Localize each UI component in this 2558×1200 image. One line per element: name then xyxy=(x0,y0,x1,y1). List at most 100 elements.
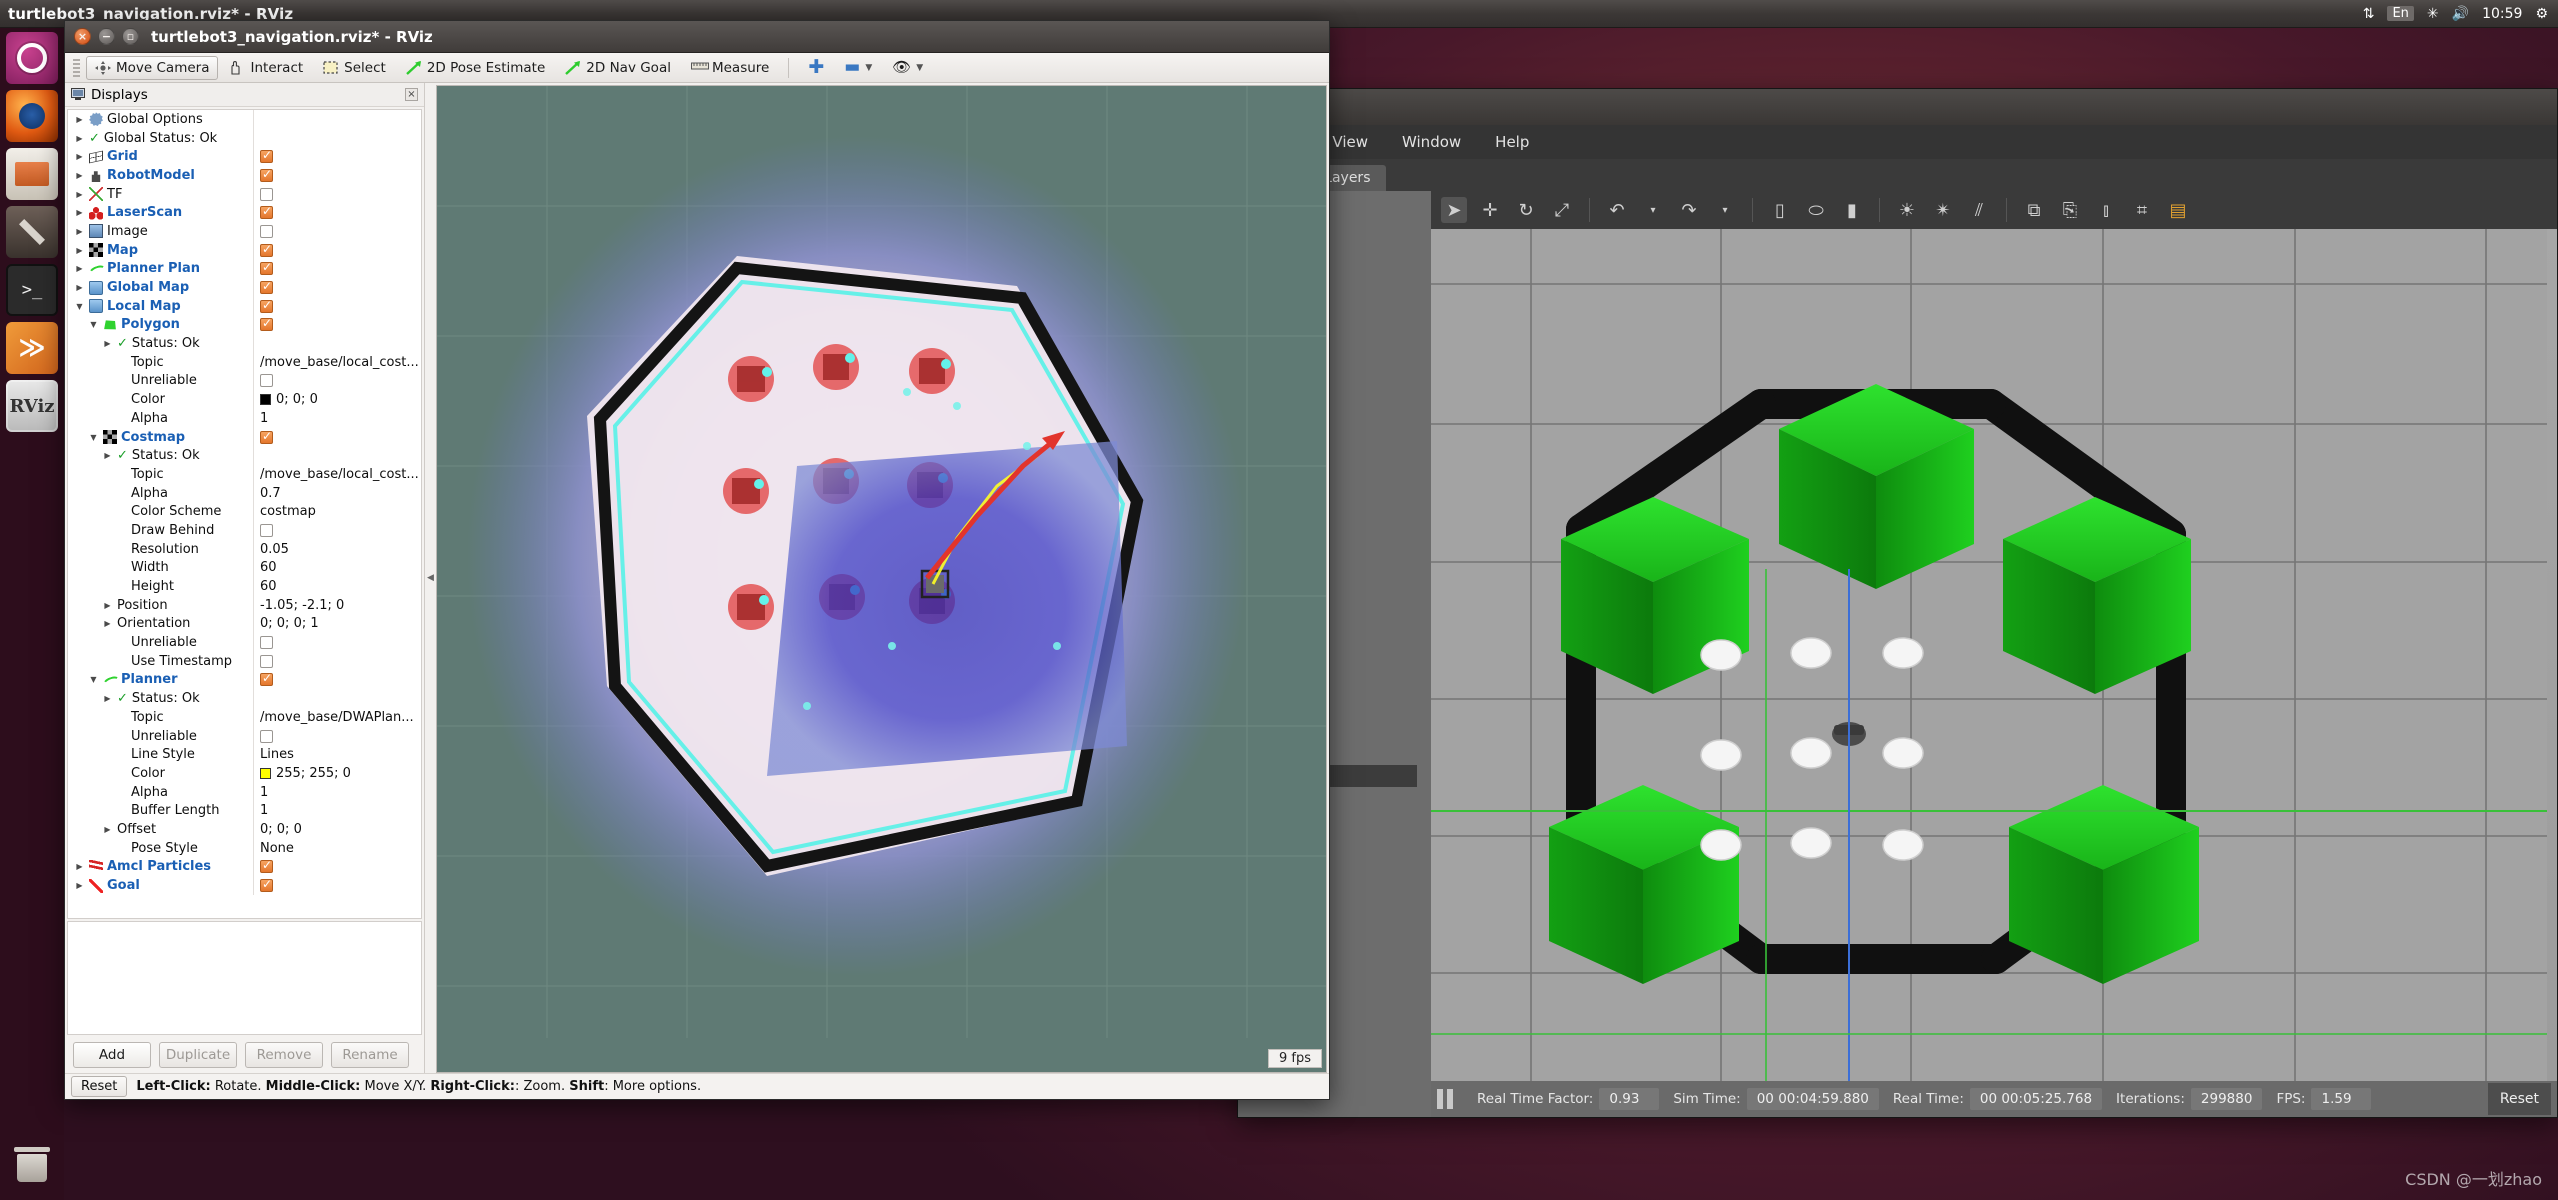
add-tool-button[interactable]: ✚ xyxy=(799,54,833,81)
display-enable-checkbox[interactable] xyxy=(260,431,273,444)
launcher-dash-home[interactable] xyxy=(6,32,58,84)
display-tree-row[interactable]: ▶TF xyxy=(68,185,421,204)
tool-interact[interactable]: Interact xyxy=(220,56,312,80)
property-value[interactable]: /move_base/DWAPlan... xyxy=(260,710,414,725)
display-tree-row[interactable]: ▶✓Status: Ok xyxy=(68,446,421,465)
cursor-icon[interactable]: ➤ xyxy=(1441,197,1467,223)
spot-light-icon[interactable]: ✴ xyxy=(1930,197,1956,223)
display-tree-row[interactable]: ▶Global Map xyxy=(68,278,421,297)
property-value[interactable]: /move_base/local_cost... xyxy=(260,355,419,370)
display-tree-row[interactable]: Unreliable xyxy=(68,633,421,652)
display-enable-checkbox[interactable] xyxy=(260,262,273,275)
display-tree-row[interactable]: Color255; 255; 0 xyxy=(68,764,421,783)
chevron-right-icon[interactable]: ▶ xyxy=(74,283,85,292)
display-enable-checkbox[interactable] xyxy=(260,673,273,686)
display-enable-checkbox[interactable] xyxy=(260,374,273,387)
display-tree-row[interactable]: Width60 xyxy=(68,559,421,578)
chevron-right-icon[interactable]: ▶ xyxy=(74,862,85,871)
display-tree-row[interactable]: ▶Offset0; 0; 0 xyxy=(68,820,421,839)
display-tree-row[interactable]: Alpha0.7 xyxy=(68,484,421,503)
display-tree-row[interactable]: Unreliable xyxy=(68,727,421,746)
display-enable-checkbox[interactable] xyxy=(260,636,273,649)
display-tree-row[interactable]: ▶Grid xyxy=(68,147,421,166)
duplicate-button[interactable]: Duplicate xyxy=(159,1042,237,1068)
property-value[interactable]: /move_base/local_cost... xyxy=(260,467,419,482)
display-enable-checkbox[interactable] xyxy=(260,244,273,257)
chevron-right-icon[interactable]: ▶ xyxy=(74,171,85,180)
undo-dropdown-icon[interactable]: ▾ xyxy=(1640,197,1666,223)
chevron-right-icon[interactable]: ▶ xyxy=(102,451,113,460)
display-tree-row[interactable]: ▶RobotModel xyxy=(68,166,421,185)
chevron-right-icon[interactable]: ▶ xyxy=(74,190,85,199)
translate-icon[interactable]: ✛ xyxy=(1477,197,1503,223)
property-value[interactable]: 60 xyxy=(260,579,277,594)
views-button[interactable]: 👁 ▼ xyxy=(883,56,932,79)
box-icon[interactable]: ▯ xyxy=(1767,197,1793,223)
paste-icon[interactable]: ⎘ xyxy=(2057,197,2083,223)
property-value[interactable]: None xyxy=(260,841,294,856)
chevron-right-icon[interactable]: ▶ xyxy=(74,208,85,217)
display-tree-row[interactable]: ▶Global Options xyxy=(68,110,421,129)
gazebo-3d-scene[interactable] xyxy=(1431,229,2557,1081)
remove-button[interactable]: Remove xyxy=(245,1042,323,1068)
display-tree-row[interactable]: ▶✓Global Status: Ok xyxy=(68,129,421,148)
panel-splitter[interactable]: ◀ xyxy=(425,83,436,1073)
display-tree-row[interactable]: ▶✓Status: Ok xyxy=(68,334,421,353)
launcher-firefox[interactable] xyxy=(6,90,58,142)
display-tree-row[interactable]: Topic/move_base/local_cost... xyxy=(68,353,421,372)
chevron-right-icon[interactable]: ▶ xyxy=(102,601,113,610)
display-tree-row[interactable]: ▼Costmap xyxy=(68,428,421,447)
reset-button[interactable]: Reset xyxy=(71,1076,127,1097)
launcher-software-center[interactable]: ≫ xyxy=(6,322,58,374)
display-tree-row[interactable]: Color0; 0; 0 xyxy=(68,390,421,409)
clock[interactable]: 10:59 xyxy=(2482,7,2522,21)
tool-select[interactable]: Select xyxy=(314,56,395,80)
chevron-right-icon[interactable]: ▶ xyxy=(102,825,113,834)
display-enable-checkbox[interactable] xyxy=(260,318,273,331)
display-tree-row[interactable]: Alpha1 xyxy=(68,783,421,802)
displays-tree[interactable]: ▶Global Options▶✓Global Status: Ok▶Grid▶… xyxy=(67,109,422,919)
tool-2d-pose-estimate[interactable]: 2D Pose Estimate xyxy=(397,56,554,80)
display-enable-checkbox[interactable] xyxy=(260,150,273,163)
display-tree-row[interactable]: Resolution0.05 xyxy=(68,540,421,559)
display-tree-row[interactable]: Unreliable xyxy=(68,372,421,391)
align-icon[interactable]: ⫾ xyxy=(2093,197,2119,223)
display-tree-row[interactable]: ▶LaserScan xyxy=(68,203,421,222)
display-tree-row[interactable]: ▶✓Status: Ok xyxy=(68,689,421,708)
display-tree-row[interactable]: Topic/move_base/local_cost... xyxy=(68,465,421,484)
property-value[interactable]: 0.7 xyxy=(260,486,281,501)
chevron-right-icon[interactable]: ▶ xyxy=(74,115,85,124)
display-tree-row[interactable]: ▶Map xyxy=(68,241,421,260)
bluetooth-icon[interactable]: ✳ xyxy=(2427,7,2439,21)
network-icon[interactable]: ⇅ xyxy=(2363,7,2375,21)
tool-measure[interactable]: Measure xyxy=(682,56,778,80)
gazebo-menu-window[interactable]: Window xyxy=(1402,133,1461,151)
display-tree-row[interactable]: Color Schemecostmap xyxy=(68,502,421,521)
display-tree-row[interactable]: ▼Planner xyxy=(68,671,421,690)
display-tree-row[interactable]: ▶Image xyxy=(68,222,421,241)
displays-panel-close-icon[interactable]: × xyxy=(405,88,418,101)
display-tree-row[interactable]: Draw Behind xyxy=(68,521,421,540)
close-icon[interactable]: × xyxy=(74,28,91,45)
display-enable-checkbox[interactable] xyxy=(260,879,273,892)
display-enable-checkbox[interactable] xyxy=(260,655,273,668)
display-tree-row[interactable]: Height60 xyxy=(68,577,421,596)
screenshot-icon[interactable]: ▤ xyxy=(2165,197,2191,223)
display-enable-checkbox[interactable] xyxy=(260,188,273,201)
property-value[interactable]: costmap xyxy=(260,504,316,519)
rviz-3d-viewport[interactable]: 9 fps xyxy=(436,85,1327,1073)
display-tree-row[interactable]: ▼Polygon xyxy=(68,316,421,335)
property-value[interactable]: Lines xyxy=(260,747,294,762)
display-tree-row[interactable]: ▶Orientation0; 0; 0; 1 xyxy=(68,615,421,634)
property-value[interactable]: -1.05; -2.1; 0 xyxy=(260,598,344,613)
chevron-down-icon[interactable]: ▼ xyxy=(74,302,85,311)
chevron-down-icon[interactable]: ▼ xyxy=(88,433,99,442)
tool-2d-nav-goal[interactable]: 2D Nav Goal xyxy=(556,56,680,80)
minimize-icon[interactable]: − xyxy=(98,28,115,45)
launcher-tweak-tool[interactable] xyxy=(6,206,58,258)
pause-icon[interactable] xyxy=(1437,1089,1453,1109)
property-value[interactable]: 0; 0; 0; 1 xyxy=(260,616,319,631)
property-value[interactable]: 1 xyxy=(260,411,268,426)
volume-icon[interactable]: 🔊 xyxy=(2452,7,2469,21)
display-enable-checkbox[interactable] xyxy=(260,730,273,743)
